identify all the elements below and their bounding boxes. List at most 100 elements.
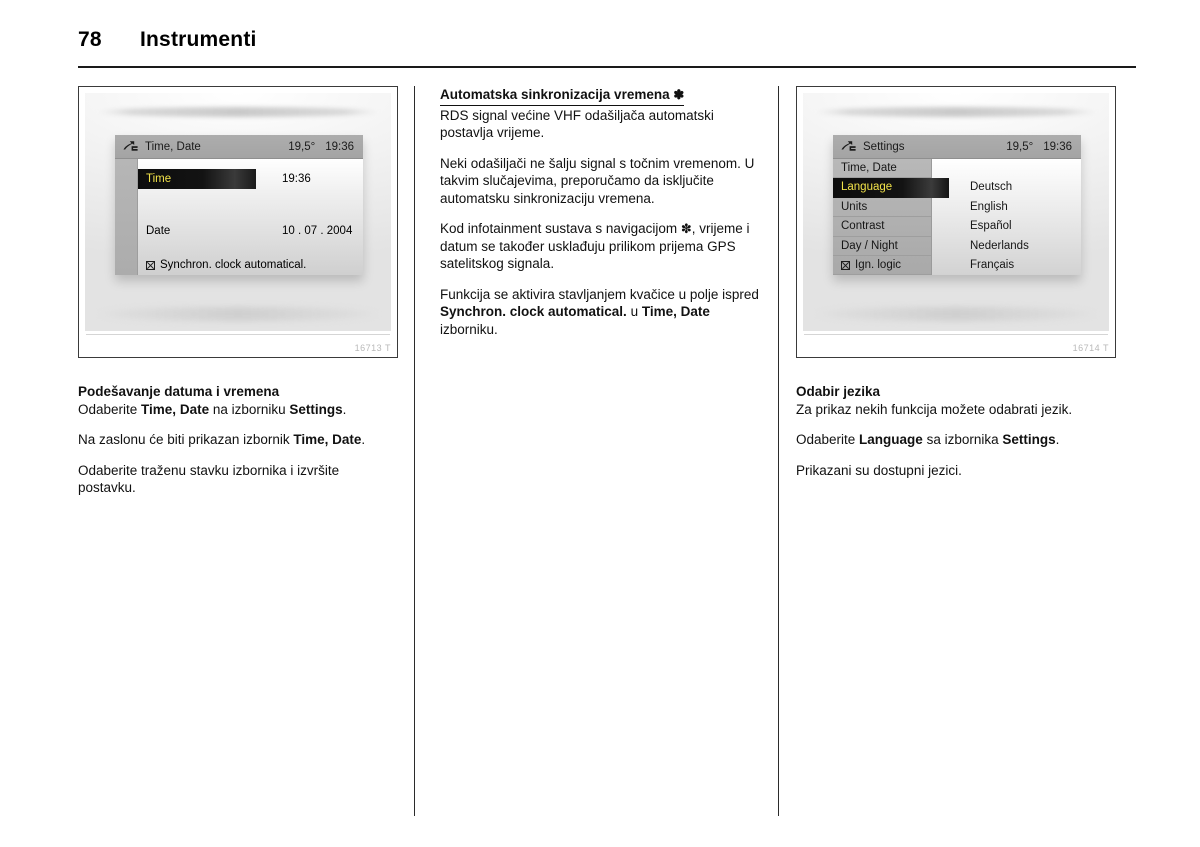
menu-item-units[interactable]: Units (833, 198, 931, 218)
menu-item-language-label: Language (841, 181, 893, 194)
column-left: Time, Date 19,5° 19:36 Time 19:36 Date 1… (78, 86, 398, 497)
chapter-title: Instrumenti (140, 28, 257, 51)
paragraph-menu-shown: Na zaslonu će biti prikazan izbornik Tim… (78, 431, 398, 449)
menu-item-day-night-label: Day / Night (841, 239, 898, 252)
infotainment-settings-icon (833, 140, 863, 153)
cl-p1-c: na izborniku (209, 401, 290, 417)
column-right: Settings 19,5° 19:36 Time, Date Language… (796, 86, 1116, 479)
lcd-header-bar-right: Settings 19,5° 19:36 (833, 135, 1081, 159)
lcd-clock-right: 19:36 (1043, 140, 1072, 153)
cr-p2-b: Language (859, 432, 923, 447)
cl-p2-c: . (361, 432, 366, 447)
heading-language-selection: Odabir jezika (796, 384, 881, 399)
checkbox-checked-icon (146, 260, 155, 270)
heading-auto-time-sync-text: Automatska sinkronizacija vremena (440, 87, 670, 102)
lcd-body: Time 19:36 Date 10 . 07 . 2004 Synchron.… (115, 159, 363, 275)
cr-p2-e: . (1055, 432, 1060, 447)
lcd-row-date-value: 10 . 07 . 2004 (282, 225, 353, 237)
paragraph-select-item: Odaberite traženu stavku izbornika i izv… (78, 462, 340, 496)
cm-p1: RDS signal većine VHF odašiljača automat… (440, 107, 714, 141)
asterisk-symbol-icon-2: ✽ (680, 221, 692, 236)
menu-item-language[interactable]: Language (833, 178, 949, 198)
cr-p2-a: Odaberite (796, 432, 860, 447)
paragraph-some-transmitters: Neki odašiljači ne šalju signal s točnim… (440, 155, 755, 206)
text-block-right: Odabir jezika Za prikaz nekih funkcija m… (796, 383, 1116, 479)
menu-item-time-date[interactable]: Time, Date (833, 159, 931, 179)
figure-baseline-right (804, 334, 1108, 335)
lcd-row-time[interactable]: Time 19:36 (138, 169, 363, 189)
menu-item-day-night[interactable]: Day / Night (833, 237, 931, 256)
lcd-side-rail (115, 159, 138, 275)
lcd-content: Time 19:36 Date 10 . 07 . 2004 Synchron.… (138, 159, 363, 275)
paragraph-navigation-gps: Kod infotainment sustava s navigacijom ✽… (440, 220, 760, 273)
lcd-temperature: 19,5° (288, 140, 316, 153)
language-option-english[interactable]: English (932, 198, 1081, 217)
cr-p2-c: sa izbornika (922, 432, 1003, 447)
menu-item-ign-logic-wrap: Ign. logic (841, 256, 901, 275)
figure-time-date: Time, Date 19,5° 19:36 Time 19:36 Date 1… (78, 86, 400, 361)
column-middle: Automatska sinkronizacija vremena ✽ RDS … (440, 86, 760, 338)
figure-frame: Time, Date 19,5° 19:36 Time 19:36 Date 1… (78, 86, 398, 358)
lcd-screen-settings: Settings 19,5° 19:36 Time, Date Language… (833, 135, 1081, 275)
asterisk-symbol-icon: ✽ (673, 87, 685, 102)
figure-frame-right: Settings 19,5° 19:36 Time, Date Language… (796, 86, 1116, 358)
header-divider-rule (78, 66, 1136, 68)
column-divider-right (778, 86, 779, 816)
lcd-settings-menu: Time, Date Language Units Contrast Day / (833, 159, 949, 275)
lcd-row-time-value: 19:36 (282, 173, 311, 185)
cm-p4-c: u (626, 304, 642, 319)
lcd-body-right: Time, Date Language Units Contrast Day / (833, 159, 1081, 275)
paragraph-activate-checkbox: Funkcija se aktivira stavljanjem kvačice… (440, 286, 760, 339)
cl-p1-b: Time, Date (141, 401, 210, 417)
cl-p2-b: Time, Date (293, 432, 362, 447)
language-option-espanol[interactable]: Español (932, 217, 1081, 236)
cm-p4-d: Time, Date (641, 304, 710, 319)
lcd-row-time-label: Time (138, 169, 256, 189)
heading-auto-time-sync: Automatska sinkronizacija vremena ✽ (440, 86, 685, 106)
figure-settings-language: Settings 19,5° 19:36 Time, Date Language… (796, 86, 1118, 361)
lcd-screen-time-date: Time, Date 19,5° 19:36 Time 19:36 Date 1… (115, 135, 363, 275)
language-option-deutsch[interactable]: Deutsch (932, 178, 1081, 197)
cl-p2-a: Na zaslonu će biti prikazan izbornik (78, 432, 294, 447)
lcd-title: Time, Date (145, 140, 201, 153)
menu-item-contrast[interactable]: Contrast (833, 217, 931, 237)
lcd-sync-clock-label: Synchron. clock automatical. (160, 259, 307, 271)
page-header: 78 Instrumenti (78, 28, 1136, 68)
column-divider-left (414, 86, 415, 816)
menu-item-contrast-label: Contrast (841, 220, 885, 233)
cm-p4-a: Funkcija se aktivira stavljanjem kvačice… (440, 286, 759, 302)
menu-item-time-date-label: Time, Date (841, 162, 897, 174)
infotainment-settings-icon (115, 140, 145, 153)
paragraph-choose-language: Odaberite Language sa izbornika Settings… (796, 431, 1116, 449)
lcd-row-date-label: Date (146, 225, 171, 237)
cm-p4-e: izborniku. (440, 321, 498, 337)
cr-p1: Za prikaz nekih funkcija možete odabrati… (796, 401, 1073, 417)
figure-code-left: 16713 T (354, 343, 391, 353)
page-number: 78 (78, 28, 102, 51)
paragraph-set-date-time: Podešavanje datuma i vremena Odaberite T… (78, 383, 398, 418)
menu-item-ign-logic[interactable]: Ign. logic (833, 256, 931, 275)
text-block-left: Podešavanje datuma i vremena Odaberite T… (78, 383, 398, 497)
figure-baseline (86, 334, 390, 335)
lcd-header-bar: Time, Date 19,5° 19:36 (115, 135, 363, 159)
language-option-nederlands[interactable]: Nederlands (932, 237, 1081, 256)
lcd-row-date[interactable]: Date 10 . 07 . 2004 (138, 221, 363, 241)
cl-p1-e: . (342, 401, 347, 417)
paragraph-available-languages: Prikazani su dostupni jezici. (796, 462, 962, 478)
language-option-francais[interactable]: Français (932, 256, 1081, 275)
menu-item-units-label: Units (841, 200, 868, 213)
lcd-sync-clock-checkbox-row[interactable]: Synchron. clock automatical. (146, 259, 306, 271)
menu-item-ign-logic-label: Ign. logic (855, 258, 902, 271)
checkbox-checked-icon (841, 261, 850, 271)
lcd-temperature-right: 19,5° (1006, 140, 1034, 153)
cl-p1-a: Odaberite (78, 401, 142, 417)
text-block-middle: Automatska sinkronizacija vremena ✽ RDS … (440, 86, 760, 338)
cm-p4-b: Synchron. clock automatical. (440, 304, 627, 319)
heading-set-date-time: Podešavanje datuma i vremena (78, 384, 280, 399)
lcd-language-list: Deutsch English Español Nederlands Franç… (932, 159, 1081, 275)
lcd-clock: 19:36 (325, 140, 354, 153)
cl-p1-d: Settings (289, 401, 343, 417)
paragraph-auto-sync-intro: Automatska sinkronizacija vremena ✽ RDS … (440, 86, 760, 142)
lcd-title-right: Settings (863, 140, 905, 153)
figure-code-right: 16714 T (1072, 343, 1109, 353)
